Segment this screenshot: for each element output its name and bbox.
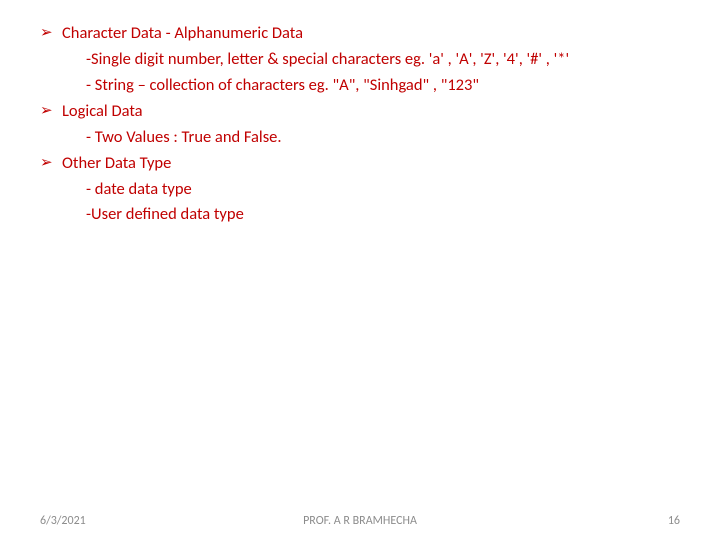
bullet-item: ➢ Character Data - Alphanumeric Data bbox=[40, 22, 680, 46]
footer-author: PROF. A R BRAMHECHA bbox=[0, 514, 720, 528]
bullet-title: Other Data Type bbox=[62, 152, 680, 176]
bullet-item: ➢ Logical Data bbox=[40, 100, 680, 124]
slide: ➢ Character Data - Alphanumeric Data -Si… bbox=[0, 0, 720, 540]
bullet-subline: -Single digit number, letter & special c… bbox=[40, 48, 680, 72]
bullet-subline: -User defined data type bbox=[40, 203, 680, 227]
bullet-arrow-icon: ➢ bbox=[40, 152, 62, 175]
content-block: ➢ Character Data - Alphanumeric Data -Si… bbox=[40, 22, 680, 227]
bullet-subline: - date data type bbox=[40, 178, 680, 202]
bullet-title: Logical Data bbox=[62, 100, 680, 124]
bullet-subline: - Two Values : True and False. bbox=[40, 126, 680, 150]
bullet-arrow-icon: ➢ bbox=[40, 22, 62, 45]
bullet-arrow-icon: ➢ bbox=[40, 100, 62, 123]
bullet-item: ➢ Other Data Type bbox=[40, 152, 680, 176]
slide-footer: 6/3/2021 PROF. A R BRAMHECHA 16 bbox=[0, 514, 720, 528]
bullet-subline: - String – collection of characters eg. … bbox=[40, 74, 680, 98]
bullet-title: Character Data - Alphanumeric Data bbox=[62, 22, 680, 46]
